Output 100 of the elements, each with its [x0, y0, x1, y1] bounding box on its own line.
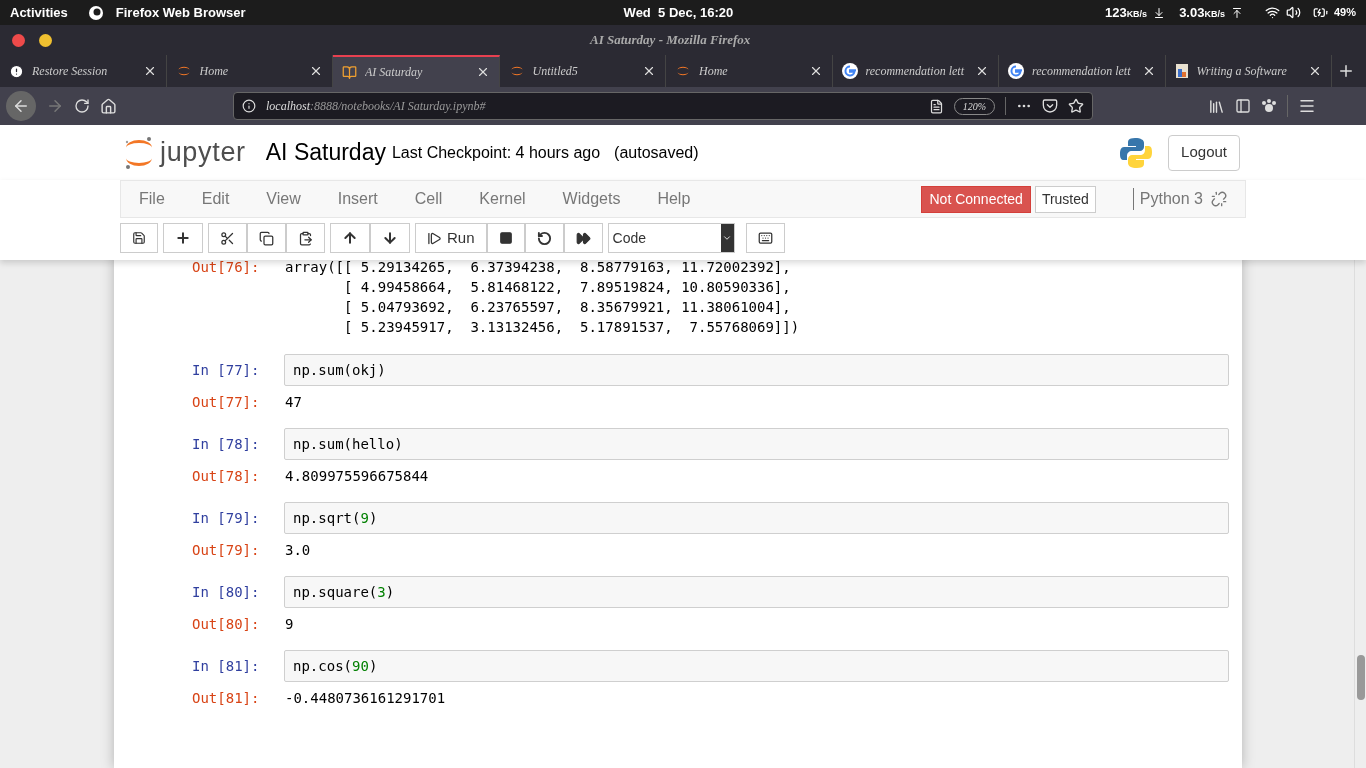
- activities-button[interactable]: Activities: [10, 2, 68, 23]
- library-icon[interactable]: [1208, 97, 1225, 115]
- sidebar-icon[interactable]: [1235, 98, 1251, 114]
- checkpoint-text: Last Checkpoint: 4 hours ago: [391, 142, 601, 163]
- battery-icon[interactable]: [1312, 5, 1328, 20]
- keyboard-icon: [757, 230, 773, 246]
- upload-rate: 3.03KB/s: [1179, 3, 1225, 22]
- output-prompt: Out[77]:: [191, 393, 261, 412]
- input-prompt: In [77]:: [191, 360, 261, 380]
- cut-button[interactable]: [208, 223, 247, 253]
- step-icon: [427, 230, 442, 246]
- menu-item[interactable]: Widgets: [562, 187, 621, 211]
- close-tab-icon[interactable]: [1308, 64, 1322, 78]
- close-tab-icon[interactable]: [975, 64, 989, 78]
- book-icon: [342, 64, 357, 80]
- output-prompt: Out[76]:: [191, 260, 261, 277]
- run-button[interactable]: Run: [415, 223, 487, 253]
- input-prompt: In [79]:: [191, 508, 261, 528]
- save-icon: [132, 231, 146, 245]
- upload-icon: [1230, 6, 1243, 19]
- autosave-status: (autosaved): [614, 142, 699, 163]
- address-bar[interactable]: localhost:8888/notebooks/AI Saturday.ipynb# 120%: [233, 92, 1093, 120]
- jupyter-wordmark: jupyter: [160, 136, 246, 170]
- firefox-icon: [87, 4, 104, 21]
- pocket-icon[interactable]: [1042, 98, 1058, 114]
- code-input[interactable]: np.cos(90): [284, 650, 1229, 682]
- warning-icon: [9, 63, 24, 79]
- restart-icon: [536, 230, 552, 246]
- scrollbar[interactable]: [1354, 260, 1366, 768]
- clipboard-icon: [298, 230, 313, 246]
- output-text: 4.809975596675844: [285, 467, 429, 486]
- stop-icon: [498, 231, 513, 245]
- copy-button[interactable]: [247, 223, 286, 253]
- menu-item[interactable]: Insert: [337, 187, 378, 211]
- menu-item[interactable]: Kernel: [479, 187, 526, 211]
- close-tab-icon[interactable]: [309, 64, 323, 78]
- output-text: 3.0: [285, 541, 311, 560]
- restart-button[interactable]: [524, 223, 564, 253]
- move-up-button[interactable]: [330, 223, 370, 253]
- reload-icon[interactable]: [74, 98, 90, 114]
- volume-icon[interactable]: [1285, 5, 1301, 20]
- menu-item[interactable]: Help: [657, 187, 691, 211]
- info-icon[interactable]: [242, 99, 256, 113]
- app-name[interactable]: Firefox Web Browser: [115, 2, 246, 23]
- download-icon: [1153, 6, 1166, 19]
- menu-item[interactable]: File: [139, 187, 165, 211]
- jupyter-logo-icon[interactable]: [124, 135, 154, 170]
- python-logo-icon: [1119, 135, 1154, 170]
- save-button[interactable]: [120, 223, 158, 253]
- stop-button[interactable]: [486, 223, 525, 253]
- fast-forward-icon: [575, 230, 591, 246]
- output-text: -0.4480736161291701: [285, 689, 446, 708]
- browser-tab[interactable]: AI Saturday: [333, 55, 500, 87]
- wifi-icon[interactable]: [1264, 5, 1280, 20]
- notebook-name[interactable]: AI Saturday: [265, 135, 386, 170]
- code-input[interactable]: np.sum(okj): [284, 354, 1229, 386]
- output-prompt: Out[80]:: [191, 615, 261, 634]
- kernel-name: Python 3: [1139, 189, 1203, 209]
- back-button[interactable]: [6, 91, 36, 121]
- google-icon: [1008, 63, 1024, 79]
- code-input[interactable]: np.sqrt(9): [284, 502, 1229, 534]
- new-tab-icon[interactable]: [1337, 62, 1355, 80]
- output-text: 47: [285, 393, 302, 412]
- reader-view-icon[interactable]: [928, 98, 944, 114]
- paste-button[interactable]: [286, 223, 325, 253]
- output-text: 9: [285, 615, 294, 634]
- output-prompt: Out[78]:: [191, 467, 261, 486]
- menu-item[interactable]: Cell: [414, 187, 443, 211]
- bookmark-star-icon[interactable]: [1068, 98, 1084, 114]
- window-title: AI Saturday - Mozilla Firefox: [590, 31, 751, 50]
- plus-icon: [175, 230, 191, 246]
- menu-item[interactable]: View: [266, 187, 301, 211]
- cell-type-dropdown[interactable]: Code: [607, 223, 735, 253]
- close-tab-icon[interactable]: [642, 64, 656, 78]
- broken-link-icon: [1211, 191, 1227, 207]
- input-prompt: In [78]:: [191, 434, 261, 454]
- menu-icon[interactable]: [1298, 97, 1316, 115]
- home-icon[interactable]: [100, 97, 117, 115]
- output-prompt: Out[81]:: [191, 689, 261, 708]
- google-icon: [841, 63, 858, 79]
- battery-level: 49%: [1333, 5, 1356, 21]
- run-all-button[interactable]: [563, 223, 603, 253]
- code-input[interactable]: np.sum(hello): [284, 428, 1229, 460]
- close-window-button[interactable]: [12, 33, 25, 47]
- output-prompt: Out[79]:: [191, 541, 261, 560]
- insert-cell-button[interactable]: [163, 223, 203, 253]
- code-input[interactable]: np.square(3): [284, 576, 1229, 608]
- paw-icon[interactable]: [1261, 98, 1277, 114]
- logout-button[interactable]: Logout: [1168, 134, 1240, 171]
- move-down-button[interactable]: [370, 223, 410, 253]
- download-rate: 123KB/s: [1104, 3, 1148, 22]
- scissors-icon: [220, 230, 235, 246]
- minimize-window-button[interactable]: [39, 33, 52, 47]
- keyboard-shortcuts-button[interactable]: [745, 223, 785, 253]
- trusted-indicator[interactable]: Trusted: [1034, 185, 1096, 213]
- clock[interactable]: Wed 5 Dec, 16:20: [623, 2, 734, 23]
- page-icon: [1174, 63, 1189, 79]
- copy-icon: [259, 230, 274, 246]
- menu-item[interactable]: Edit: [201, 187, 230, 211]
- input-prompt: In [80]:: [191, 582, 261, 602]
